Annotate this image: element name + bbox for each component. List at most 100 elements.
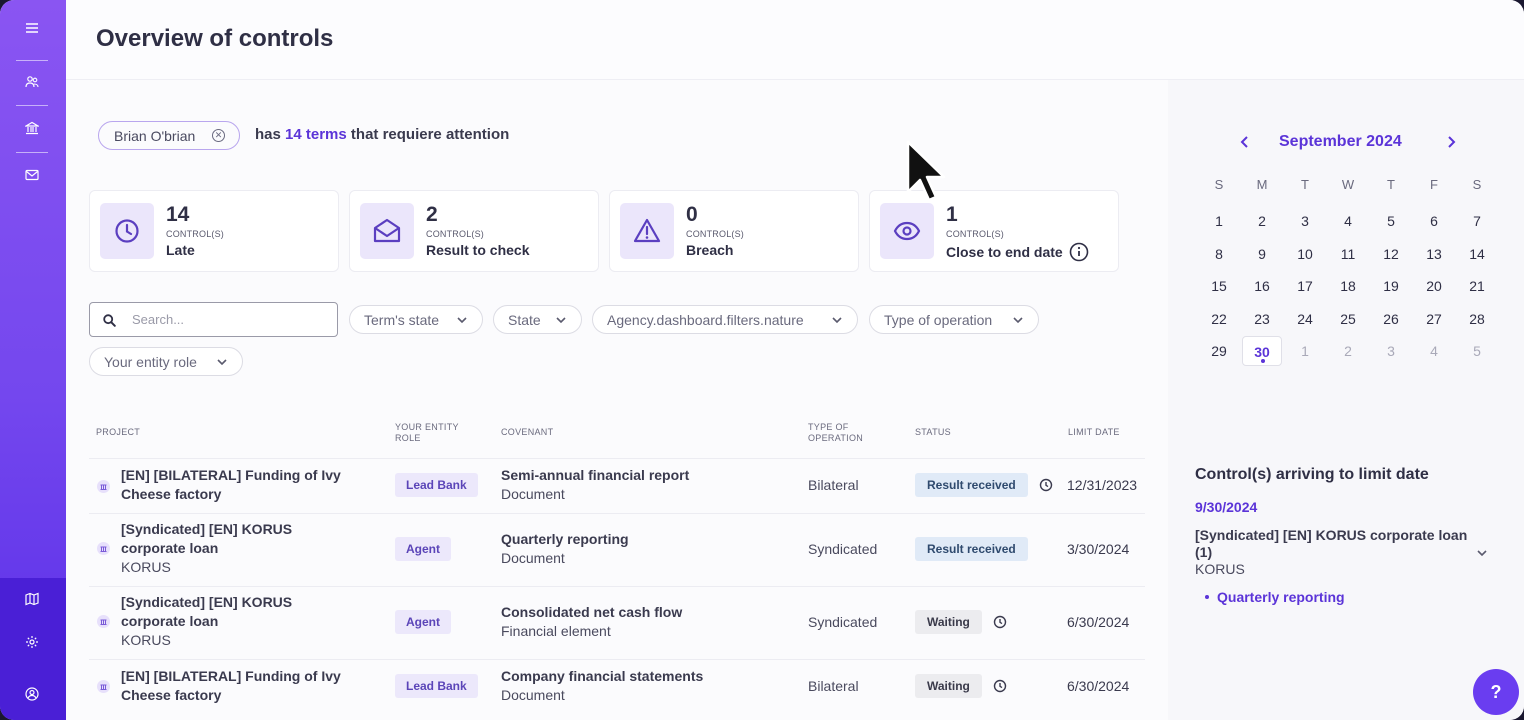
calendar-weekday: W xyxy=(1341,177,1355,192)
column-header-role[interactable]: YOUR ENTITY ROLE xyxy=(395,422,475,444)
calendar-day[interactable]: 12 xyxy=(1371,239,1411,269)
bank-icon[interactable] xyxy=(21,117,43,139)
page-title: Overview of controls xyxy=(96,25,334,52)
calendar-day[interactable]: 17 xyxy=(1285,271,1325,301)
users-icon[interactable] xyxy=(21,71,43,93)
card-label-text: Close to end date xyxy=(946,244,1063,260)
map-icon[interactable] xyxy=(21,588,43,610)
calendar-day[interactable]: 2 xyxy=(1328,336,1368,366)
attention-terms-count[interactable]: 14 terms xyxy=(285,126,347,143)
late-controls-card[interactable]: 14 CONTROL(S) Late xyxy=(89,190,339,272)
calendar-day[interactable]: 19 xyxy=(1371,271,1411,301)
covenant-cell: Consolidated net cash flow Financial ele… xyxy=(501,603,682,641)
table-row[interactable]: [Syndicated] [EN] KORUS corporate loan K… xyxy=(89,587,1145,659)
calendar-month: September 2024 xyxy=(1279,133,1402,150)
gear-icon[interactable] xyxy=(21,631,43,653)
project-title: [EN] [BILATERAL] Funding of Ivy Cheese f… xyxy=(121,467,341,502)
breach-card[interactable]: 0 CONTROL(S) Breach xyxy=(609,190,859,272)
mail-icon[interactable] xyxy=(21,164,43,186)
calendar-day[interactable]: 7 xyxy=(1457,206,1497,236)
calendar-day[interactable]: 10 xyxy=(1285,239,1325,269)
column-header-project[interactable]: PROJECT xyxy=(96,427,140,438)
card-label-text: Late xyxy=(166,242,195,258)
arriving-project[interactable]: [Syndicated] [EN] KORUS corporate loan (… xyxy=(1195,527,1485,561)
calendar-day[interactable]: 27 xyxy=(1414,304,1454,334)
sidebar-divider xyxy=(16,105,48,106)
warning-icon xyxy=(620,203,674,259)
status-badge: Result received xyxy=(915,473,1028,497)
calendar-day[interactable]: 20 xyxy=(1414,271,1454,301)
operation-type: Bilateral xyxy=(808,477,859,493)
project-title: [EN] [BILATERAL] Funding of Ivy Cheese f… xyxy=(121,668,341,703)
calendar-day[interactable]: 3 xyxy=(1371,336,1411,366)
calendar-day[interactable]: 15 xyxy=(1199,271,1239,301)
chevron-left-icon[interactable] xyxy=(1238,135,1252,149)
column-header-operation[interactable]: TYPE OF OPERATION xyxy=(808,422,878,444)
column-header-limit-date[interactable]: LIMIT DATE xyxy=(1068,427,1120,438)
calendar-day[interactable]: 14 xyxy=(1457,239,1497,269)
calendar-day[interactable]: 13 xyxy=(1414,239,1454,269)
operation-type: Syndicated xyxy=(808,614,878,630)
chevron-right-icon[interactable] xyxy=(1444,135,1458,149)
calendar-day[interactable]: 26 xyxy=(1371,304,1411,334)
arriving-control-link[interactable]: Quarterly reporting xyxy=(1217,589,1345,605)
search-box[interactable] xyxy=(89,302,338,337)
project-name[interactable]: [Syndicated] [EN] KORUS corporate loan K… xyxy=(121,593,321,650)
calendar-day[interactable]: 6 xyxy=(1414,206,1454,236)
filter-type-of-operation[interactable]: Type of operation xyxy=(869,305,1039,334)
calendar-day[interactable]: 24 xyxy=(1285,304,1325,334)
calendar-day[interactable]: 8 xyxy=(1199,239,1239,269)
calendar-day[interactable]: 3 xyxy=(1285,206,1325,236)
calendar-day[interactable]: 4 xyxy=(1414,336,1454,366)
calendar-day[interactable]: 16 xyxy=(1242,271,1282,301)
calendar-day[interactable]: 1 xyxy=(1199,206,1239,236)
calendar-day[interactable]: 30 xyxy=(1242,336,1282,366)
close-icon[interactable]: ✕ xyxy=(212,129,225,142)
envelope-open-icon xyxy=(360,203,414,259)
card-label-text: Breach xyxy=(686,242,734,258)
calendar-day[interactable]: 29 xyxy=(1199,336,1239,366)
filter-nature[interactable]: Agency.dashboard.filters.nature xyxy=(592,305,858,334)
menu-icon[interactable] xyxy=(21,17,43,39)
calendar-day[interactable]: 4 xyxy=(1328,206,1368,236)
chevron-down-icon[interactable] xyxy=(1475,546,1489,560)
calendar-day[interactable]: 5 xyxy=(1371,206,1411,236)
right-panel xyxy=(1168,80,1524,720)
calendar-day[interactable]: 2 xyxy=(1242,206,1282,236)
card-value: 1 xyxy=(946,203,958,226)
attention-message: has 14 terms that requiere attention xyxy=(255,126,509,143)
calendar-day[interactable]: 9 xyxy=(1242,239,1282,269)
project-name[interactable]: [EN] [BILATERAL] Funding of Ivy Cheese f… xyxy=(121,667,361,705)
covenant-title: Company financial statements xyxy=(501,668,704,684)
help-button[interactable]: ? xyxy=(1473,669,1519,715)
user-filter-chip[interactable]: Brian O'brian ✕ xyxy=(98,121,240,150)
info-icon[interactable] xyxy=(1069,242,1089,262)
filter-entity-role[interactable]: Your entity role xyxy=(89,347,243,376)
calendar-day[interactable]: 18 xyxy=(1328,271,1368,301)
bank-icon xyxy=(97,542,110,555)
calendar-day[interactable]: 5 xyxy=(1457,336,1497,366)
calendar-day[interactable]: 22 xyxy=(1199,304,1239,334)
calendar-day[interactable]: 11 xyxy=(1328,239,1368,269)
project-name[interactable]: [Syndicated] [EN] KORUS corporate loan K… xyxy=(121,520,321,577)
calendar-day[interactable]: 25 xyxy=(1328,304,1368,334)
calendar-weekday: S xyxy=(1214,177,1224,192)
column-header-status[interactable]: STATUS xyxy=(915,427,951,438)
calendar-day[interactable]: 28 xyxy=(1457,304,1497,334)
calendar-day[interactable]: 1 xyxy=(1285,336,1325,366)
calendar-day[interactable]: 23 xyxy=(1242,304,1282,334)
project-name[interactable]: [EN] [BILATERAL] Funding of Ivy Cheese f… xyxy=(121,466,361,504)
result-to-check-card[interactable]: 2 CONTROL(S) Result to check xyxy=(349,190,599,272)
search-input[interactable] xyxy=(132,312,322,327)
account-icon[interactable] xyxy=(21,683,43,705)
card-label: Breach xyxy=(686,242,733,258)
table-row[interactable]: [EN] [BILATERAL] Funding of Ivy Cheese f… xyxy=(89,660,1145,720)
clock-icon xyxy=(993,615,1007,629)
filter-state[interactable]: State xyxy=(493,305,582,334)
table-row[interactable]: [EN] [BILATERAL] Funding of Ivy Cheese f… xyxy=(89,459,1145,513)
covenant-cell: Quarterly reporting Document xyxy=(501,530,629,568)
calendar-day[interactable]: 21 xyxy=(1457,271,1497,301)
column-header-covenant[interactable]: COVENANT xyxy=(501,427,553,438)
filter-terms-state[interactable]: Term's state xyxy=(349,305,483,334)
table-row[interactable]: [Syndicated] [EN] KORUS corporate loan K… xyxy=(89,514,1145,586)
